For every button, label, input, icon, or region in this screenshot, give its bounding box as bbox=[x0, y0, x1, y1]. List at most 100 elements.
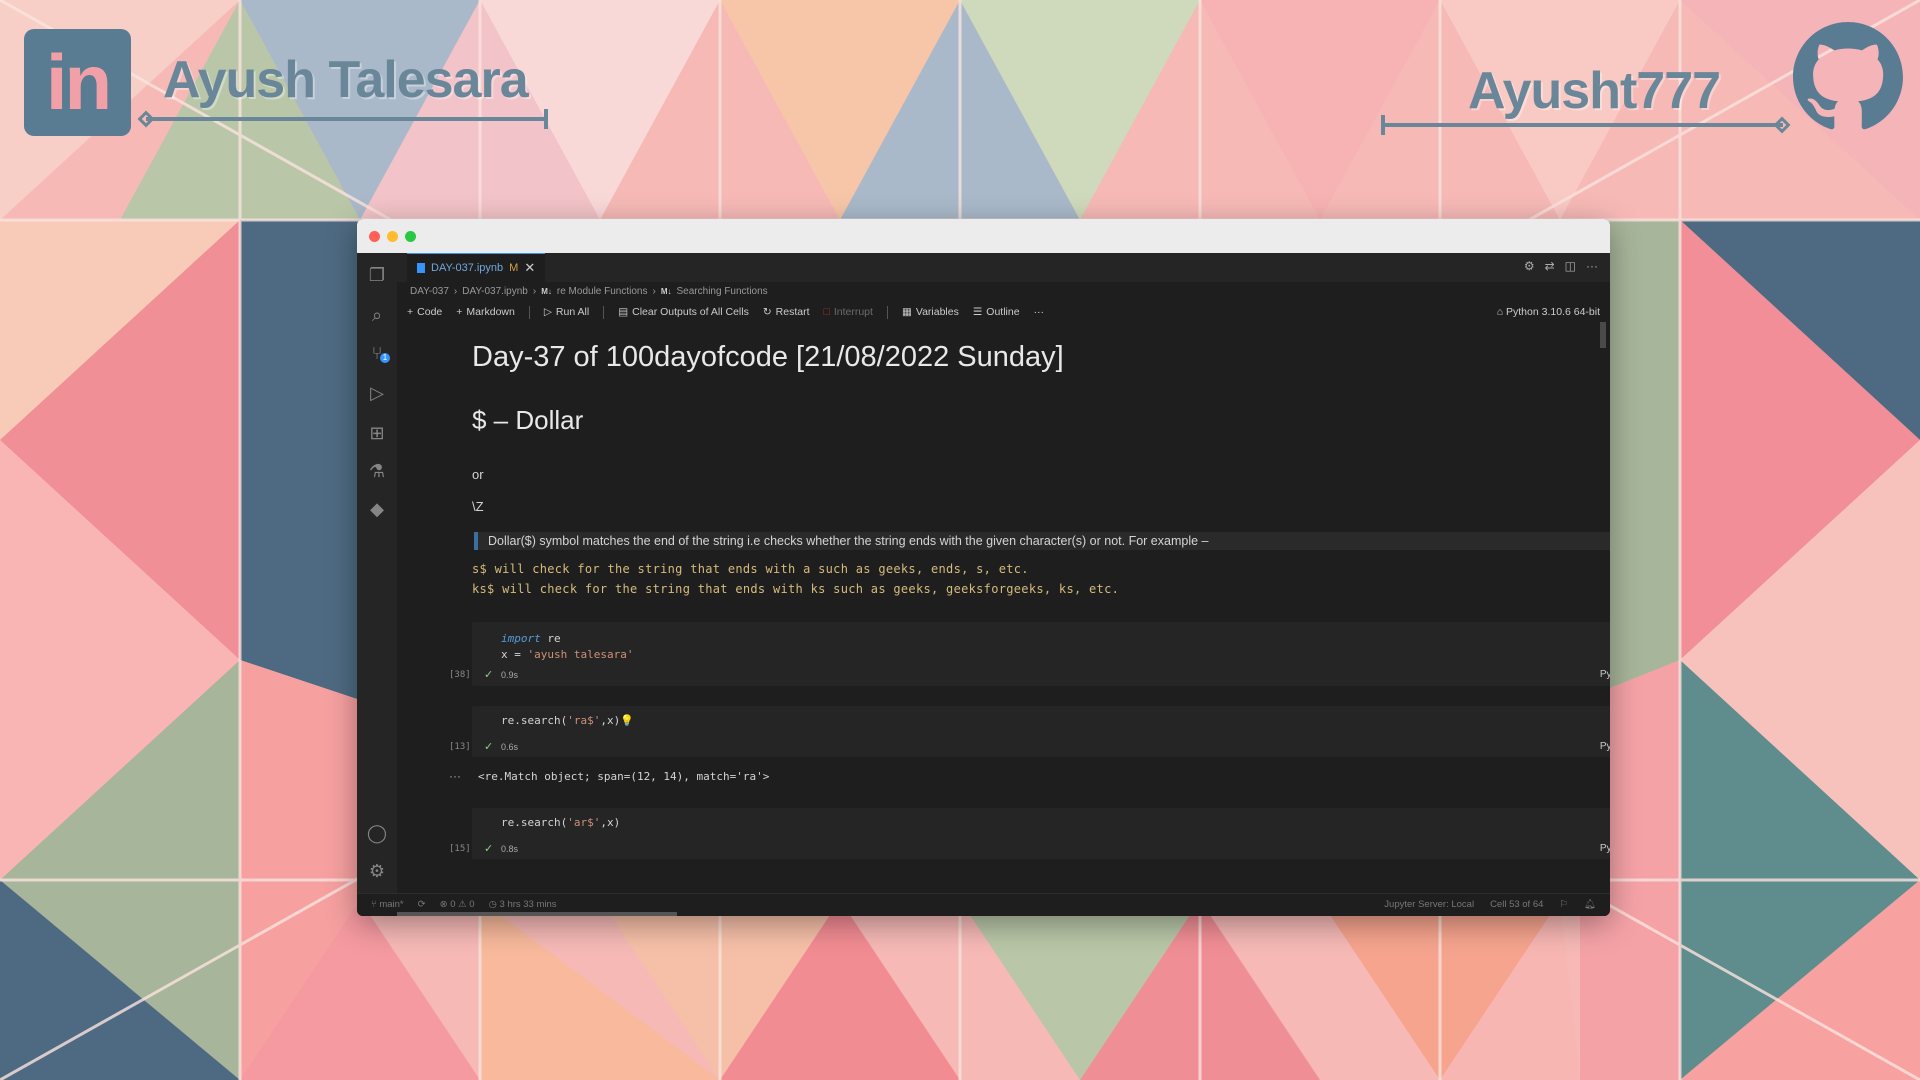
cell-language[interactable]: Python bbox=[1600, 843, 1610, 854]
run-debug-icon[interactable]: ▷ bbox=[365, 381, 389, 405]
github-logo-icon bbox=[1793, 22, 1903, 130]
variables-label: Variables bbox=[915, 306, 959, 318]
code-cell[interactable]: re.search('ra$',x)💡 [13] ✓ 0.6s Python bbox=[449, 706, 1610, 757]
notebook-toolbar: + Code + Markdown ▷ Run All ▤ Clear Outputs … bbox=[397, 302, 1610, 322]
plus-icon: + bbox=[407, 306, 414, 318]
linkedin-logo-icon: in bbox=[24, 29, 131, 136]
output-actions-icon[interactable]: ··· bbox=[449, 769, 461, 783]
code-cell[interactable]: re.search('ar$',x) [15] ✓ 0.8s Python bbox=[449, 808, 1610, 859]
source-control-badge: 1 bbox=[380, 353, 390, 363]
toolbar-divider bbox=[603, 305, 605, 319]
chevron-right-icon: › bbox=[453, 286, 458, 297]
tab-notebook[interactable]: DAY-037.ipynb M ✕ bbox=[407, 253, 546, 282]
clear-all-icon: ▤ bbox=[618, 306, 629, 318]
add-markdown-cell-button[interactable]: + Markdown bbox=[456, 302, 515, 322]
activity-bar: ❐ ⌕ ⑂ 1 ▷ ⊞ ⚗ ◆ ◯ ⚙ bbox=[357, 253, 397, 893]
notebook-content: Day-37 of 100dayofcode [21/08/2022 Sunda… bbox=[397, 322, 1610, 893]
notebook-heading-2: $ – Dollar bbox=[472, 405, 584, 435]
markdown-text-or: or bbox=[472, 467, 484, 482]
cell-language[interactable]: Python bbox=[1600, 741, 1610, 752]
breadcrumb-subsection[interactable]: Searching Functions bbox=[677, 282, 768, 302]
kernel-icon: ⌂ bbox=[1496, 306, 1507, 318]
restart-button[interactable]: ↻ Restart bbox=[763, 302, 810, 322]
interrupt-button[interactable]: □ Interrupt bbox=[823, 302, 872, 322]
clear-outputs-button[interactable]: ▤ Clear Outputs of All Cells bbox=[618, 302, 749, 322]
more-actions-icon[interactable]: ··· bbox=[1586, 259, 1598, 273]
cell-position-status[interactable]: Cell 53 of 64 bbox=[1490, 894, 1543, 916]
feedback-icon[interactable]: ⚐ bbox=[1559, 894, 1568, 916]
close-window-button[interactable] bbox=[369, 231, 380, 242]
maximize-window-button[interactable] bbox=[405, 231, 416, 242]
chevron-right-icon: › bbox=[652, 286, 656, 297]
minimize-window-button[interactable] bbox=[387, 231, 398, 242]
jupyter-server-status[interactable]: Jupyter Server: Local bbox=[1384, 894, 1474, 916]
markdown-blockquote: Dollar($) symbol matches the end of the … bbox=[474, 532, 1610, 550]
compare-icon[interactable]: ⇄ bbox=[1545, 259, 1555, 273]
code-string: 'ar$' bbox=[567, 816, 601, 829]
extensions-icon[interactable]: ⊞ bbox=[365, 421, 389, 445]
toolbar-divider bbox=[886, 305, 888, 319]
variables-icon: ▦ bbox=[901, 306, 912, 318]
breadcrumb-file[interactable]: DAY-037.ipynb bbox=[462, 282, 528, 302]
lightbulb-icon[interactable]: 💡 bbox=[620, 714, 634, 727]
split-editor-icon[interactable]: ◫ bbox=[1565, 259, 1576, 273]
testing-icon[interactable]: ⚗ bbox=[365, 459, 389, 483]
add-code-cell-button[interactable]: + Code bbox=[407, 302, 442, 322]
underline-tick-left bbox=[544, 109, 548, 129]
status-bar: ⑂ main* ⟳ ⊗ 0 ⚠ 0 ◷ 3 hrs 33 mins Jupyte… bbox=[357, 893, 1610, 916]
name-underline-right bbox=[1383, 123, 1783, 127]
explorer-icon[interactable]: ❐ bbox=[365, 263, 389, 287]
breadcrumb-section[interactable]: re Module Functions bbox=[557, 282, 648, 302]
markdown-code-line-2: ks$ will check for the string that ends … bbox=[472, 582, 1120, 596]
cell-duration: 0.9s bbox=[501, 670, 519, 680]
tab-modified-flag: M bbox=[509, 262, 519, 274]
toolbar-divider bbox=[528, 305, 530, 319]
cell-duration: 0.6s bbox=[501, 742, 519, 752]
markdown-code-line-1: s$ will check for the string that ends w… bbox=[472, 562, 1029, 576]
markdown-tag-icon: M↓ bbox=[541, 287, 552, 296]
chevron-right-icon: › bbox=[532, 286, 537, 297]
python-icon[interactable]: ◆ bbox=[365, 497, 389, 521]
cell-duration: 0.8s bbox=[501, 844, 519, 854]
outline-label: Outline bbox=[986, 306, 1020, 318]
tab-bar: DAY-037.ipynb M ✕ ⚙ ⇄ ◫ ··· bbox=[397, 253, 1610, 282]
outline-button[interactable]: ☰ Outline bbox=[973, 302, 1020, 322]
toolbar-more-button[interactable]: ··· bbox=[1034, 302, 1045, 322]
cell-language[interactable]: Python bbox=[1600, 669, 1610, 680]
kernel-label: Python 3.10.6 64-bit bbox=[1506, 306, 1600, 318]
breadcrumb-folder[interactable]: DAY-037 bbox=[410, 282, 449, 302]
underline-tick-right bbox=[1381, 115, 1385, 135]
execution-count: [13] bbox=[449, 742, 471, 752]
restart-icon: ↻ bbox=[762, 306, 772, 318]
code-text: re bbox=[540, 632, 561, 645]
code-string: 'ra$' bbox=[567, 714, 601, 727]
markdown-text-z: \Z bbox=[472, 499, 484, 514]
kernel-picker[interactable]: ⌂ Python 3.10.6 64-bit bbox=[1497, 302, 1600, 322]
variables-button[interactable]: ▦ Variables bbox=[902, 302, 959, 322]
name-underline-left bbox=[146, 117, 546, 121]
code-text: re.search( bbox=[501, 816, 568, 829]
accounts-icon[interactable]: ◯ bbox=[365, 821, 389, 845]
clear-outputs-label: Clear Outputs of All Cells bbox=[632, 306, 749, 318]
search-icon[interactable]: ⌕ bbox=[365, 303, 389, 327]
execution-count: [38] bbox=[449, 670, 471, 680]
tab-close-icon[interactable]: ✕ bbox=[524, 254, 535, 282]
success-check-icon: ✓ bbox=[484, 669, 494, 681]
editor-window: ❐ ⌕ ⑂ 1 ▷ ⊞ ⚗ ◆ ◯ ⚙ DAY-037.ipynb M ✕ ⚙ ⇄… bbox=[357, 219, 1610, 916]
source-control-icon[interactable]: ⑂ 1 bbox=[365, 341, 390, 365]
scrollbar[interactable] bbox=[1600, 322, 1606, 348]
stop-icon: □ bbox=[823, 306, 830, 318]
breadcrumb: DAY-037 › DAY-037.ipynb › M↓ re Module F… bbox=[397, 282, 1610, 302]
taskbar-peek bbox=[397, 912, 677, 916]
notifications-bell-icon[interactable]: 🔔︎ bbox=[1584, 894, 1596, 916]
restart-label: Restart bbox=[775, 306, 810, 318]
run-all-label: Run All bbox=[555, 306, 590, 318]
settings-gear-icon[interactable]: ⚙ bbox=[365, 859, 389, 883]
notebook-settings-icon[interactable]: ⚙ bbox=[1524, 259, 1535, 273]
editor-actions: ⚙ ⇄ ◫ ··· bbox=[1524, 259, 1598, 273]
success-check-icon: ✓ bbox=[484, 741, 494, 753]
plus-icon: + bbox=[456, 306, 463, 318]
code-keyword: import bbox=[501, 632, 541, 645]
run-all-button[interactable]: ▷ Run All bbox=[544, 302, 589, 322]
code-cell[interactable]: import re x = 'ayush talesara' [38] ✓ 0.… bbox=[449, 622, 1610, 686]
